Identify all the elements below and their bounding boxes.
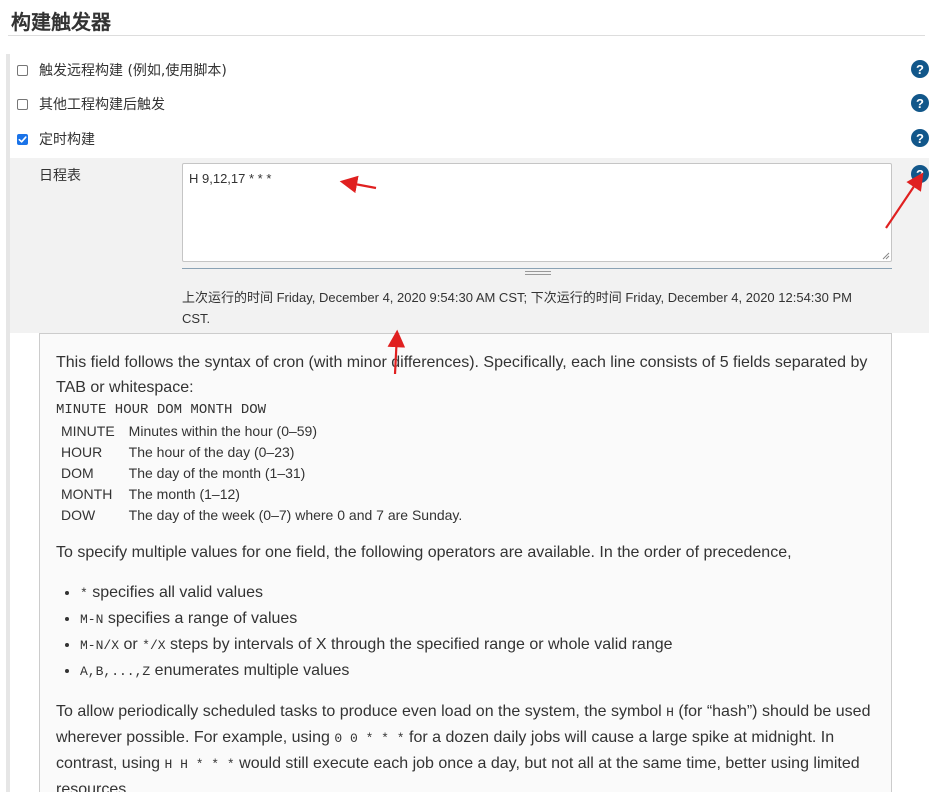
trigger-remote-build-checkbox[interactable]	[17, 64, 28, 76]
help-icon-glyph: ?	[916, 130, 924, 146]
build-periodically-checkbox[interactable]	[17, 133, 28, 145]
operator-text: specifies all valid values	[87, 584, 264, 601]
operators-list: * specifies all valid values M-N specifi…	[56, 580, 875, 684]
operators-intro: To specify multiple values for one field…	[56, 544, 792, 561]
build-after-other-projects-checkbox[interactable]	[17, 98, 28, 110]
help-icon-glyph: ?	[916, 166, 924, 182]
operator-code: A,B,...,Z	[80, 664, 151, 679]
field-desc: The month (1–12)	[128, 486, 240, 502]
list-item: M-N specifies a range of values	[80, 606, 875, 632]
operator-code: M-N	[80, 612, 104, 627]
operator-code-alt: */X	[142, 638, 166, 653]
table-row: MINUTE Minutes within the hour (0–59)	[57, 421, 472, 442]
field-desc: The day of the week (0–7) where 0 and 7 …	[128, 507, 463, 523]
field-name: DOW	[61, 507, 96, 523]
schedule-run-info: 上次运行的时间 Friday, December 4, 2020 9:54:30…	[182, 290, 852, 326]
fields-table: MINUTE Minutes within the hour (0–59) HOU…	[57, 421, 472, 526]
table-row: MONTH The month (1–12)	[57, 484, 472, 505]
fields-header: MINUTE HOUR DOM MONTH DOW	[56, 402, 267, 418]
trigger-remote-build-row[interactable]: 触发远程构建 (例如,使用脚本)	[17, 60, 227, 80]
build-periodically-label: 定时构建	[39, 132, 95, 148]
field-desc: Minutes within the hour (0–59)	[128, 423, 317, 439]
operator-text: steps by intervals of X through the spec…	[165, 636, 673, 653]
table-row: DOW The day of the week (0–7) where 0 and…	[57, 505, 472, 526]
section-divider	[8, 35, 925, 36]
list-item: * specifies all valid values	[80, 580, 875, 606]
schedule-help-icon[interactable]: ?	[911, 165, 929, 183]
operator-text: specifies a range of values	[103, 610, 298, 627]
build-periodically-row[interactable]: 定时构建	[17, 129, 95, 149]
help-icon[interactable]: ?	[911, 60, 929, 78]
field-name: MONTH	[61, 486, 113, 502]
hash-paragraph: To allow periodically scheduled tasks to…	[56, 699, 875, 792]
build-after-other-projects-row[interactable]: 其他工程构建后触发	[17, 94, 165, 114]
schedule-label: 日程表	[39, 168, 81, 184]
list-item: M-N/X or */X steps by intervals of X thr…	[80, 632, 875, 658]
build-after-other-projects-label: 其他工程构建后触发	[39, 97, 165, 113]
help-icon-glyph: ?	[916, 61, 924, 77]
resize-handle-icon[interactable]	[525, 271, 551, 275]
jenkins-build-triggers-page: 构建触发器 触发远程构建 (例如,使用脚本) ? 其他工程构建后触发 ? 定时构…	[0, 0, 940, 792]
trigger-remote-build-label: 触发远程构建 (例如,使用脚本)	[39, 63, 227, 79]
hash-code-midnight: 0 0 * * *	[334, 731, 405, 746]
operator-text: enumerates multiple values	[150, 662, 350, 679]
table-row: DOM The day of the month (1–31)	[57, 463, 472, 484]
operator-code: M-N/X	[80, 638, 120, 653]
field-name: MINUTE	[61, 423, 115, 439]
hash-code-hh: H H * * *	[164, 757, 235, 772]
field-desc: The hour of the day (0–23)	[128, 444, 295, 460]
help-icon[interactable]: ?	[911, 94, 929, 112]
schedule-textarea[interactable]: H 9,12,17 * * *	[182, 163, 892, 262]
hash-text-1: To allow periodically scheduled tasks to…	[56, 703, 667, 720]
table-row: HOUR The hour of the day (0–23)	[57, 442, 472, 463]
field-desc: The day of the month (1–31)	[128, 465, 306, 481]
help-icon-glyph: ?	[916, 95, 924, 111]
hash-code-h: H	[666, 705, 674, 720]
help-icon[interactable]: ?	[911, 129, 929, 147]
field-name: HOUR	[61, 444, 103, 460]
cron-help-box: This field follows the syntax of cron (w…	[39, 333, 892, 792]
field-name: DOM	[61, 465, 94, 481]
operator-code: *	[80, 586, 88, 601]
checkmark-icon	[18, 135, 27, 143]
resize-grip-icon[interactable]	[880, 250, 890, 260]
help-intro: This field follows the syntax of cron (w…	[56, 354, 868, 396]
operator-mid: or	[119, 636, 143, 653]
section-title: 构建触发器	[11, 10, 111, 34]
list-item: A,B,...,Z enumerates multiple values	[80, 658, 875, 684]
